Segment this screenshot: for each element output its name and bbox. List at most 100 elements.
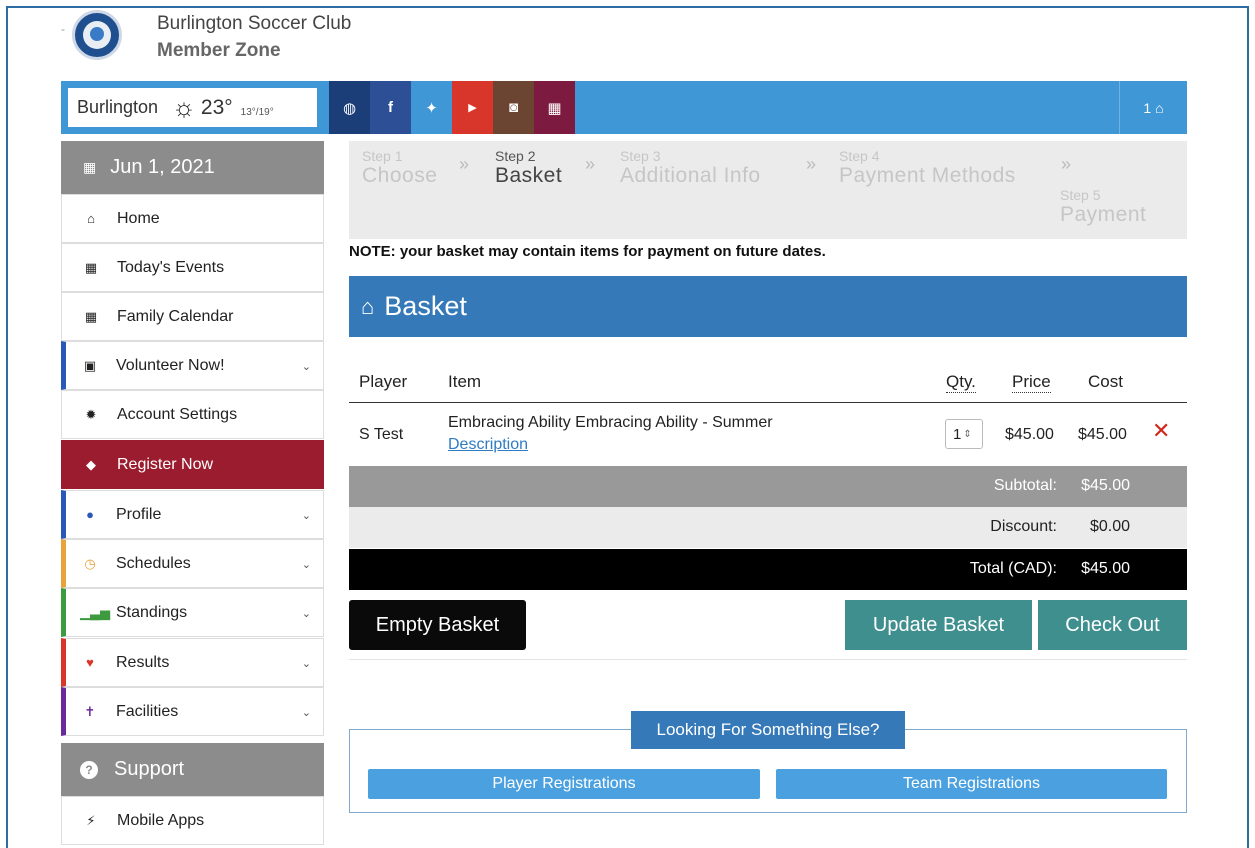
sidebar-item-label: Home (117, 209, 160, 227)
row-cost: $45.00 (1078, 426, 1127, 443)
step-number: Step 5 (1060, 187, 1101, 203)
sidebar-item-family-calendar[interactable]: ▦ Family Calendar (61, 292, 324, 341)
step-basket[interactable]: Step 2 Basket (495, 148, 562, 188)
chevron-down-icon: ⌄ (301, 707, 311, 719)
step-title: Additional Info (620, 164, 761, 187)
sidebar-date-label: Jun 1, 2021 (110, 156, 215, 178)
sidebar-item-schedules[interactable]: ◷ Schedules ⌄ (61, 539, 324, 588)
step-payment-methods[interactable]: Step 4 Payment Methods (839, 148, 1016, 188)
step-additional-info[interactable]: Step 3 Additional Info (620, 148, 761, 188)
sidebar-item-volunteer[interactable]: ▣ Volunteer Now! ⌄ (61, 341, 324, 390)
sun-icon: ☼ (172, 92, 196, 122)
calendar-icon: ▦ (83, 159, 97, 175)
chevron-down-icon: ⌄ (301, 608, 311, 620)
sidebar-item-label: Standings (116, 603, 188, 621)
subtotal-row: Subtotal: $45.00 (349, 466, 1187, 507)
inbox-icon: ▣ (83, 357, 97, 373)
clock-icon: ◷ (84, 555, 96, 571)
table-divider (349, 402, 1187, 403)
weather-widget[interactable]: Burlington ☼ 23° 13°/19° (66, 86, 319, 129)
basket-header: ⌂ Basket (349, 276, 1187, 337)
gear-icon: ✹ (85, 406, 97, 422)
col-cost: Cost (1088, 372, 1123, 391)
discount-label: Discount: (990, 518, 1057, 535)
discount-row: Discount: $0.00 (349, 507, 1187, 548)
empty-basket-button[interactable]: Empty Basket (349, 600, 526, 650)
sidebar-item-label: Account Settings (117, 405, 238, 423)
club-name: Burlington Soccer Club (157, 13, 352, 34)
basket-icon: ⌂ (1155, 99, 1164, 116)
update-basket-button[interactable]: Update Basket (845, 600, 1032, 650)
step-choose[interactable]: Step 1 Choose (362, 148, 437, 188)
subtotal-label: Subtotal: (993, 477, 1057, 494)
sidebar-item-account-settings[interactable]: ✹ Account Settings (61, 390, 324, 439)
club-logo[interactable] (72, 10, 122, 60)
row-price: $45.00 (1005, 426, 1054, 443)
sidebar-item-todays-events[interactable]: ▦ Today's Events (61, 243, 324, 292)
checkout-button[interactable]: Check Out (1038, 600, 1187, 650)
total-label: Total (CAD): (969, 560, 1057, 577)
player-registrations-button[interactable]: Player Registrations (368, 769, 760, 799)
row-player: S Test (359, 426, 404, 443)
weather-temp: 23° (200, 95, 233, 119)
weather-range: 13°/19° (240, 106, 274, 118)
sidebar-support[interactable]: ? Support (61, 743, 324, 796)
cart-count: 1 (1143, 99, 1152, 116)
stepper-arrows-icon: ⇕ (963, 428, 972, 440)
chevron-down-icon: ⌄ (301, 510, 311, 522)
calendar-icon[interactable]: ▦ (534, 81, 575, 134)
step-title: Choose (362, 164, 438, 187)
facebook-icon[interactable]: f (370, 81, 411, 134)
sidebar-item-profile[interactable]: ● Profile ⌄ (61, 490, 324, 539)
step-title: Payment Methods (839, 164, 1016, 187)
cart-button[interactable]: 1 ⌂ (1119, 81, 1187, 134)
step-title: Basket (495, 164, 563, 187)
question-icon: ? (80, 760, 98, 779)
sidebar-item-label: Facilities (116, 702, 179, 720)
chevron-right-icon: » (806, 154, 817, 174)
calendar-icon: ▦ (84, 308, 98, 324)
basket-title: Basket (384, 291, 467, 321)
weather-city: Burlington (77, 97, 159, 117)
step-number: Step 4 (839, 148, 880, 164)
sidebar-item-results[interactable]: ♥ Results ⌄ (61, 638, 324, 687)
basket-note: NOTE: your basket may contain items for … (349, 243, 826, 260)
lightning-icon: ⚡ (86, 812, 96, 828)
looking-title: Looking For Something Else? (631, 711, 905, 749)
col-player: Player (359, 372, 408, 391)
description-link[interactable]: Description (448, 436, 528, 454)
instagram-icon[interactable]: ◙ (493, 81, 534, 134)
basket-icon: ⌂ (361, 293, 375, 319)
col-price: Price (1012, 372, 1051, 393)
user-icon: ● (86, 507, 94, 522)
col-item: Item (448, 372, 482, 391)
sidebar-item-mobile-apps[interactable]: ⚡ Mobile Apps (61, 796, 324, 845)
sidebar-item-home[interactable]: ⌂ Home (61, 194, 324, 243)
globe-icon[interactable]: ◍ (329, 81, 370, 134)
step-payment[interactable]: Step 5 Payment (1060, 187, 1146, 227)
sidebar-item-label: Today's Events (117, 258, 225, 276)
sidebar-item-facilities[interactable]: ✝ Facilities ⌄ (61, 687, 324, 736)
subtotal-value: $45.00 (1081, 477, 1130, 494)
step-title: Payment (1060, 203, 1147, 226)
team-registrations-button[interactable]: Team Registrations (776, 769, 1167, 799)
chevron-down-icon: ⌄ (301, 559, 311, 571)
total-value: $45.00 (1081, 560, 1130, 577)
step-number: Step 1 (362, 148, 403, 164)
sidebar-item-label: Register Now (117, 455, 214, 473)
twitter-icon[interactable]: ✦ (411, 81, 452, 134)
remove-item-icon[interactable]: ✕ (1152, 418, 1170, 444)
row-item: Embracing Ability Embracing Ability - Su… (448, 414, 773, 431)
sidebar-item-label: Schedules (116, 554, 191, 572)
quantity-stepper[interactable]: 1 ⇕ (945, 419, 983, 449)
signpost-icon: ✝ (84, 703, 96, 719)
sidebar-item-standings[interactable]: ▁▃▅ Standings ⌄ (61, 588, 324, 637)
calendar-icon: ▦ (84, 259, 98, 275)
tag-icon: ◆ (86, 456, 96, 472)
step-number: Step 3 (620, 148, 661, 164)
sidebar-item-register-now[interactable]: ◆ Register Now (61, 440, 324, 489)
chevron-down-icon: ⌄ (301, 361, 311, 373)
discount-value: $0.00 (1089, 518, 1130, 535)
home-icon: ⌂ (87, 211, 95, 226)
youtube-icon[interactable]: ▶ (452, 81, 493, 134)
